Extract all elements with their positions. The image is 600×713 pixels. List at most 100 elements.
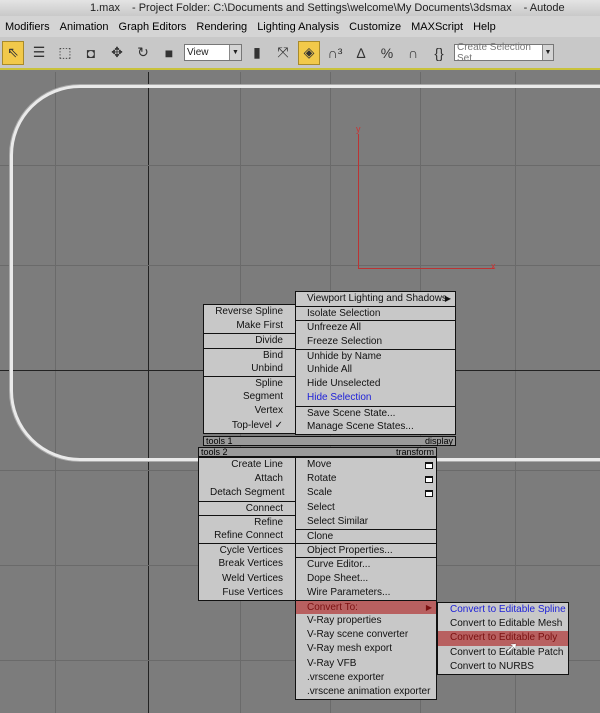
named-selection-sets[interactable]: Create Selection Set ▼ bbox=[454, 42, 554, 64]
menu-lighting-analysis[interactable]: Lighting Analysis bbox=[252, 21, 344, 33]
keyboard-shortcut-override-icon[interactable]: ◈ bbox=[298, 40, 320, 65]
menu-modifiers[interactable]: Modifiers bbox=[0, 21, 55, 33]
tools2-label: tools 2 bbox=[201, 447, 228, 457]
menu-item-weld-vertices[interactable]: Weld Vertices bbox=[199, 572, 295, 586]
menu-item-move[interactable]: Move bbox=[296, 458, 436, 472]
menu-item-reverse-spline[interactable]: Reverse Spline bbox=[204, 305, 295, 319]
reference-coordinate-select[interactable]: View ▼ bbox=[184, 44, 242, 61]
quad-display: Viewport Lighting and Shadows ▶ Isolate Se… bbox=[295, 291, 456, 435]
menu-item-vrscene-exporter[interactable]: .vrscene exporter bbox=[296, 671, 436, 685]
menu-item-refine[interactable]: Refine bbox=[199, 514, 295, 529]
menu-item-convert-to-nurbs[interactable]: Convert to NURBS bbox=[438, 660, 568, 674]
menu-item-label: V-Ray properties bbox=[307, 615, 382, 627]
menu-item-select-similar[interactable]: Select Similar bbox=[296, 515, 436, 529]
menu-item-manage-scene-states[interactable]: Manage Scene States... bbox=[296, 420, 455, 434]
move-icon[interactable]: ✥ bbox=[106, 41, 128, 65]
select-object-icon[interactable]: ⇖ bbox=[2, 40, 24, 65]
menu-item-label: Freeze Selection bbox=[307, 335, 383, 347]
title-bar: 1.max - Project Folder: C:\Documents and … bbox=[0, 0, 600, 16]
menu-item-select[interactable]: Select bbox=[296, 501, 436, 515]
menu-item-isolate-selection[interactable]: Isolate Selection bbox=[296, 306, 455, 320]
menu-item-scale[interactable]: Scale bbox=[296, 486, 436, 500]
menu-item-viewport-lighting-and-shadows[interactable]: Viewport Lighting and Shadows ▶ bbox=[296, 292, 455, 306]
submenu-arrow-icon: ▶ bbox=[444, 294, 451, 303]
menu-item-v-ray-vfb[interactable]: V-Ray VFB bbox=[296, 657, 436, 671]
menu-item-break-vertices[interactable]: Break Vertices bbox=[199, 557, 295, 571]
menu-item-fuse-vertices[interactable]: Fuse Vertices bbox=[199, 586, 295, 600]
menu-item-convert-to-editable-mesh[interactable]: Convert to Editable Mesh bbox=[438, 617, 568, 631]
menu-item-vrscene-animation-exporter[interactable]: .vrscene animation exporter bbox=[296, 685, 436, 699]
menu-item-label: Dope Sheet... bbox=[307, 572, 369, 584]
menu-item-curve-editor[interactable]: Curve Editor... bbox=[296, 557, 436, 571]
snaps-toggle-icon[interactable]: ∩³ bbox=[324, 41, 346, 65]
menu-item-bind[interactable]: Bind bbox=[204, 347, 295, 362]
menu-item-attach[interactable]: Attach bbox=[199, 472, 295, 486]
menu-item-cycle-vertices[interactable]: Cycle Vertices bbox=[199, 543, 295, 557]
window-crossing-icon[interactable]: ◘ bbox=[80, 41, 102, 65]
menu-item-label: Segment bbox=[242, 391, 283, 403]
menu-item-refine-connect[interactable]: Refine Connect bbox=[199, 529, 295, 543]
menu-item-segment[interactable]: Segment bbox=[204, 390, 295, 404]
settings-dialog-icon[interactable] bbox=[425, 490, 433, 498]
menu-item-save-scene-state[interactable]: Save Scene State... bbox=[296, 405, 455, 420]
menu-item-label: .vrscene animation exporter bbox=[307, 686, 431, 697]
angle-snap-icon[interactable]: ∆ bbox=[350, 41, 372, 65]
pivot-icon[interactable]: ▮ bbox=[246, 41, 268, 65]
settings-dialog-icon[interactable] bbox=[425, 476, 433, 484]
menu-animation[interactable]: Animation bbox=[55, 21, 114, 33]
chevron-down-icon: ▼ bbox=[229, 45, 241, 60]
menu-item-top-level[interactable]: Top-level ✓ bbox=[204, 419, 295, 433]
menu-item-label: Rotate bbox=[307, 473, 337, 485]
menu-item-label: Object Properties... bbox=[307, 545, 393, 557]
menu-graph-editors[interactable]: Graph Editors bbox=[114, 21, 192, 33]
menu-item-detach-segment[interactable]: Detach Segment bbox=[199, 486, 295, 500]
percent-snap-icon[interactable]: % bbox=[376, 41, 398, 65]
menu-item-label: Manage Scene States... bbox=[307, 420, 414, 432]
menu-item-label: Make First bbox=[236, 320, 283, 332]
menu-item-convert-to[interactable]: Convert To: ▶ bbox=[296, 599, 436, 615]
select-by-name-icon[interactable]: ☰ bbox=[28, 41, 50, 65]
file-name: 1.max bbox=[90, 2, 120, 14]
menu-rendering[interactable]: Rendering bbox=[191, 21, 252, 33]
menu-item-hide-unselected[interactable]: Hide Unselected bbox=[296, 377, 455, 391]
select-manipulate-icon[interactable]: ⤧ bbox=[272, 41, 294, 65]
menu-customize[interactable]: Customize bbox=[344, 21, 406, 33]
scale-icon[interactable]: ■ bbox=[158, 41, 180, 65]
menu-item-unhide-all[interactable]: Unhide All bbox=[296, 363, 455, 377]
spinner-snap-icon[interactable]: ∩ bbox=[402, 41, 424, 65]
menu-maxscript[interactable]: MAXScript bbox=[406, 21, 468, 33]
tools1-label: tools 1 bbox=[206, 436, 233, 446]
rotate-icon[interactable]: ↻ bbox=[132, 41, 154, 65]
menu-item-convert-to-editable-patch[interactable]: Convert to Editable Patch bbox=[438, 646, 568, 660]
menu-item-hide-selection[interactable]: Hide Selection bbox=[296, 391, 455, 405]
menu-help[interactable]: Help bbox=[468, 21, 501, 33]
menu-item-freeze-selection[interactable]: Freeze Selection bbox=[296, 335, 455, 349]
menu-item-v-ray-mesh-export[interactable]: V-Ray mesh export bbox=[296, 642, 436, 656]
menu-item-divide[interactable]: Divide bbox=[204, 333, 295, 347]
menu-item-convert-to-editable-spline[interactable]: Convert to Editable Spline bbox=[438, 603, 568, 617]
menu-item-v-ray-properties[interactable]: V-Ray properties bbox=[296, 614, 436, 628]
edit-named-selection-icon[interactable]: {} bbox=[428, 41, 450, 65]
quad-tools2: Create Line Attach Detach Segment Connect Re… bbox=[198, 457, 296, 601]
menu-item-unbind[interactable]: Unbind bbox=[204, 362, 295, 376]
menu-item-spline[interactable]: Spline bbox=[204, 375, 295, 390]
y-axis-gizmo bbox=[358, 134, 359, 268]
menu-item-clone[interactable]: Clone bbox=[296, 528, 436, 543]
menu-item-connect[interactable]: Connect bbox=[199, 500, 295, 515]
menu-item-convert-to-editable-poly[interactable]: Convert to Editable Poly bbox=[438, 631, 568, 646]
rectangular-selection-icon[interactable]: ⬚ bbox=[54, 41, 76, 65]
menu-item-make-first[interactable]: Make First bbox=[204, 319, 295, 333]
menu-item-rotate[interactable]: Rotate bbox=[296, 472, 436, 486]
menu-item-vertex[interactable]: Vertex bbox=[204, 404, 295, 418]
menu-item-dope-sheet[interactable]: Dope Sheet... bbox=[296, 572, 436, 586]
x-axis-gizmo bbox=[358, 268, 494, 269]
settings-dialog-icon[interactable] bbox=[425, 462, 433, 469]
menu-item-v-ray-scene-converter[interactable]: V-Ray scene converter bbox=[296, 628, 436, 642]
menu-item-label: Unbind bbox=[251, 362, 283, 374]
menu-item-create-line[interactable]: Create Line bbox=[199, 458, 295, 472]
menu-item-unfreeze-all[interactable]: Unfreeze All bbox=[296, 320, 455, 334]
menu-item-unhide-by-name[interactable]: Unhide by Name bbox=[296, 348, 455, 363]
menu-item-label: V-Ray mesh export bbox=[307, 643, 393, 655]
menu-item-object-properties[interactable]: Object Properties... bbox=[296, 543, 436, 557]
menu-item-wire-parameters[interactable]: Wire Parameters... bbox=[296, 586, 436, 600]
